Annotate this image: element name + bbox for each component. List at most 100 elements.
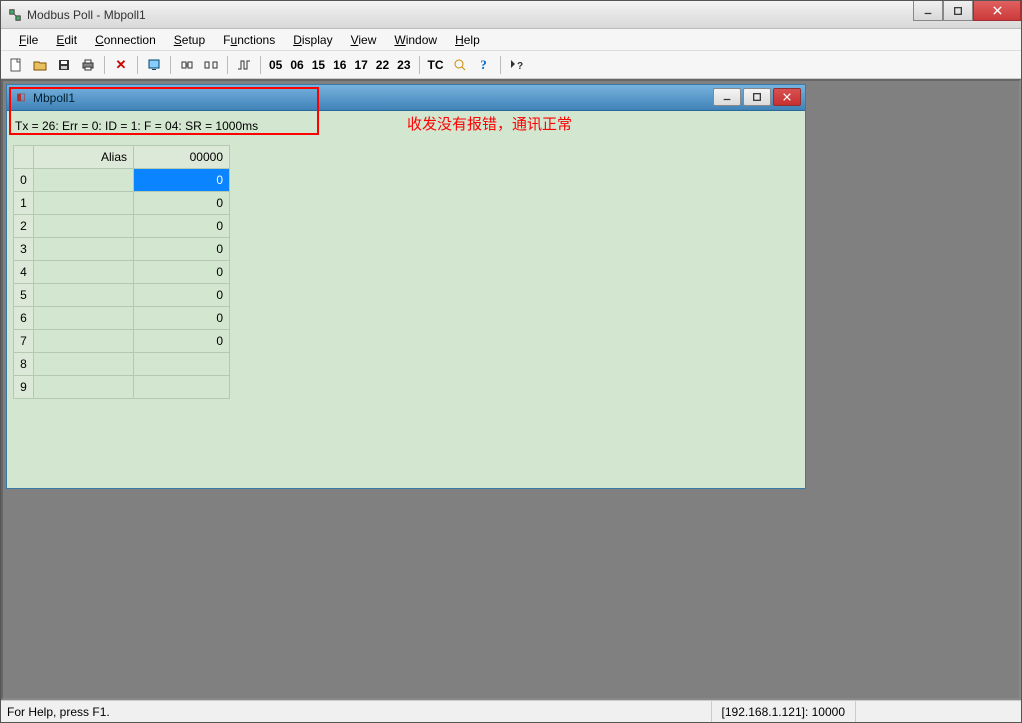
row-index[interactable]: 1 <box>14 192 34 215</box>
main-window: Modbus Poll - Mbpoll1 File Edit Connecti… <box>0 0 1022 723</box>
table-row[interactable]: 00 <box>14 169 230 192</box>
mdi-client-area: ◧ Mbpoll1 Tx = 26: Err = 0: ID = 1: F = … <box>1 79 1021 700</box>
row-index[interactable]: 7 <box>14 330 34 353</box>
toolbar-separator <box>260 56 261 74</box>
value-cell[interactable]: 0 <box>134 330 230 353</box>
table-row[interactable]: 40 <box>14 261 230 284</box>
value-cell[interactable]: 0 <box>134 215 230 238</box>
alias-cell[interactable] <box>34 353 134 376</box>
row-index[interactable]: 0 <box>14 169 34 192</box>
minimize-button[interactable] <box>913 1 943 21</box>
value-cell[interactable]: 0 <box>134 307 230 330</box>
value-cell[interactable]: 0 <box>134 238 230 261</box>
table-row[interactable]: 9 <box>14 376 230 399</box>
new-button[interactable] <box>5 54 27 76</box>
fc17-button[interactable]: 17 <box>351 58 370 72</box>
statusbar-help-text: For Help, press F1. <box>7 705 110 719</box>
close-button[interactable] <box>973 1 1021 21</box>
child-close-button[interactable] <box>773 88 801 106</box>
fc16-button[interactable]: 16 <box>330 58 349 72</box>
toolbar-separator <box>227 56 228 74</box>
alias-cell[interactable] <box>34 215 134 238</box>
child-window-controls <box>713 88 801 106</box>
maximize-button[interactable] <box>943 1 973 21</box>
alias-cell[interactable] <box>34 261 134 284</box>
tc-button[interactable]: TC <box>425 58 447 72</box>
row-index[interactable]: 4 <box>14 261 34 284</box>
toolbar-separator <box>170 56 171 74</box>
pulse-button[interactable] <box>233 54 255 76</box>
row-index[interactable]: 2 <box>14 215 34 238</box>
fc06-button[interactable]: 06 <box>287 58 306 72</box>
fc15-button[interactable]: 15 <box>309 58 328 72</box>
child-window-mbpoll1: ◧ Mbpoll1 Tx = 26: Err = 0: ID = 1: F = … <box>6 84 806 489</box>
child-body: Tx = 26: Err = 0: ID = 1: F = 04: SR = 1… <box>7 111 805 488</box>
document-icon: ◧ <box>13 90 29 106</box>
register-table: Alias 00000 001020304050607089 <box>13 145 230 399</box>
menu-edit[interactable]: Edit <box>48 31 85 49</box>
main-titlebar[interactable]: Modbus Poll - Mbpoll1 <box>1 1 1021 29</box>
menu-setup[interactable]: Setup <box>166 31 213 49</box>
value-cell[interactable]: 0 <box>134 261 230 284</box>
window-controls <box>913 1 1021 21</box>
table-row[interactable]: 10 <box>14 192 230 215</box>
delete-button[interactable]: ✕ <box>110 54 132 76</box>
row-index[interactable]: 8 <box>14 353 34 376</box>
menu-view[interactable]: View <box>343 31 385 49</box>
menu-window[interactable]: Window <box>386 31 445 49</box>
menu-connection[interactable]: Connection <box>87 31 164 49</box>
disconnect-button[interactable] <box>200 54 222 76</box>
value-cell[interactable]: 0 <box>134 192 230 215</box>
alias-cell[interactable] <box>34 330 134 353</box>
table-row[interactable]: 60 <box>14 307 230 330</box>
alias-cell[interactable] <box>34 238 134 261</box>
toolbar-separator <box>500 56 501 74</box>
header-alias[interactable]: Alias <box>34 146 134 169</box>
child-maximize-button[interactable] <box>743 88 771 106</box>
alias-cell[interactable] <box>34 284 134 307</box>
statusbar-empty <box>855 701 1015 722</box>
toolbar: ✕ 05 06 15 16 17 22 23 TC ? ? <box>1 51 1021 79</box>
toolbar-separator <box>137 56 138 74</box>
main-title: Modbus Poll - Mbpoll1 <box>27 8 146 22</box>
statusbar: For Help, press F1. [192.168.1.121]: 100… <box>1 700 1021 722</box>
row-index[interactable]: 9 <box>14 376 34 399</box>
value-cell[interactable]: 0 <box>134 169 230 192</box>
header-register[interactable]: 00000 <box>134 146 230 169</box>
fc05-button[interactable]: 05 <box>266 58 285 72</box>
menu-file[interactable]: File <box>11 31 46 49</box>
alias-cell[interactable] <box>34 376 134 399</box>
fc22-button[interactable]: 22 <box>373 58 392 72</box>
table-row[interactable]: 30 <box>14 238 230 261</box>
monitor-button[interactable] <box>143 54 165 76</box>
print-button[interactable] <box>77 54 99 76</box>
value-cell[interactable] <box>134 376 230 399</box>
table-row[interactable]: 70 <box>14 330 230 353</box>
save-button[interactable] <box>53 54 75 76</box>
menu-functions[interactable]: Functions <box>215 31 283 49</box>
alias-cell[interactable] <box>34 307 134 330</box>
fc23-button[interactable]: 23 <box>394 58 413 72</box>
value-cell[interactable]: 0 <box>134 284 230 307</box>
open-button[interactable] <box>29 54 51 76</box>
statusbar-connection: [192.168.1.121]: 10000 <box>711 701 855 722</box>
child-minimize-button[interactable] <box>713 88 741 106</box>
menu-display[interactable]: Display <box>285 31 340 49</box>
row-index[interactable]: 3 <box>14 238 34 261</box>
alias-cell[interactable] <box>34 192 134 215</box>
about-button[interactable]: ? <box>473 54 495 76</box>
row-index[interactable]: 6 <box>14 307 34 330</box>
menu-help[interactable]: Help <box>447 31 488 49</box>
table-row[interactable]: 20 <box>14 215 230 238</box>
annotation-text: 收发没有报错，通讯正常 <box>407 113 572 134</box>
child-titlebar[interactable]: ◧ Mbpoll1 <box>7 85 805 111</box>
context-help-button[interactable]: ? <box>506 54 528 76</box>
value-cell[interactable] <box>134 353 230 376</box>
table-row[interactable]: 8 <box>14 353 230 376</box>
table-corner <box>14 146 34 169</box>
connect-button[interactable] <box>176 54 198 76</box>
alias-cell[interactable] <box>34 169 134 192</box>
table-row[interactable]: 50 <box>14 284 230 307</box>
row-index[interactable]: 5 <box>14 284 34 307</box>
search-button[interactable] <box>449 54 471 76</box>
